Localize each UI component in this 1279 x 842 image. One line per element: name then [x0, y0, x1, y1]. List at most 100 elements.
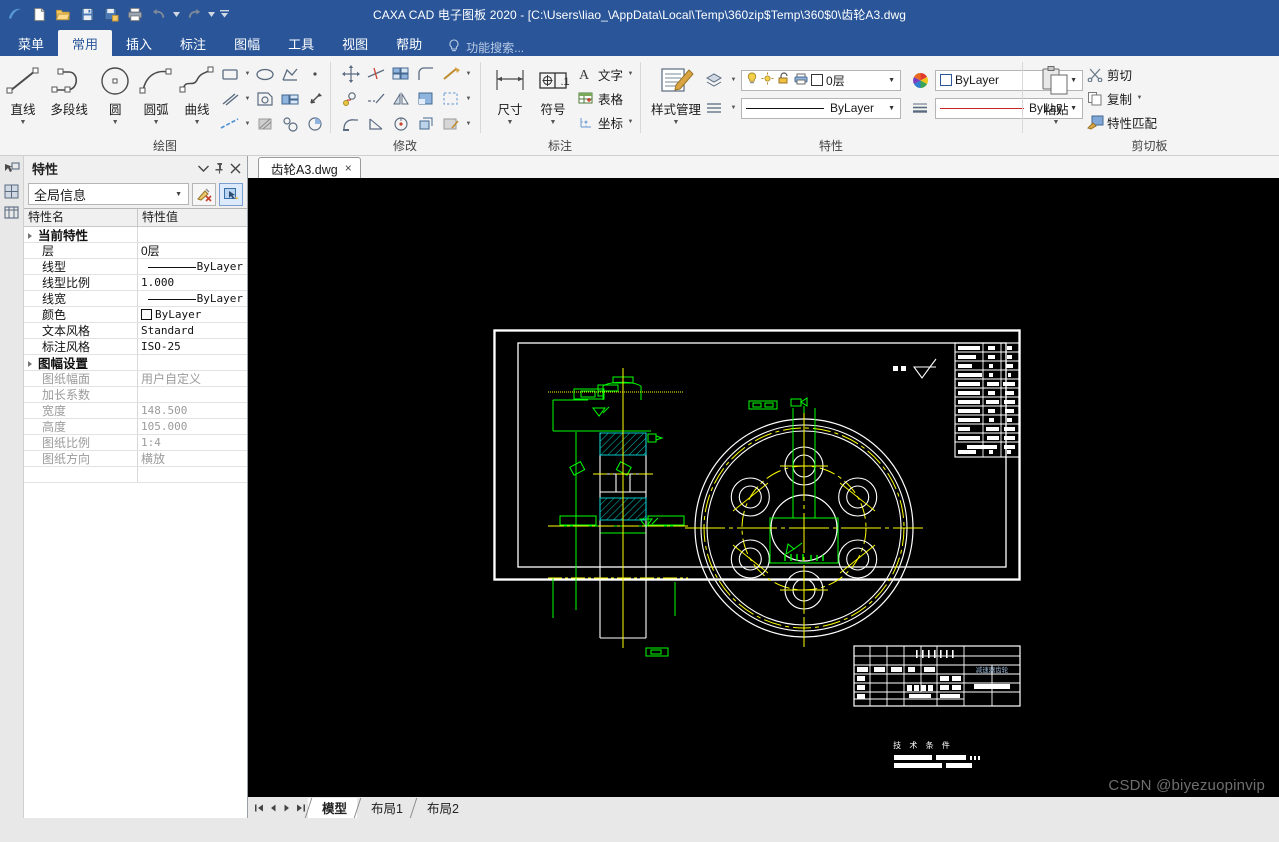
chamfer-icon[interactable] [414, 87, 438, 111]
draw-polyline-button[interactable]: 多段线 [44, 60, 94, 118]
close-icon[interactable] [227, 160, 243, 176]
document-tab-strip[interactable]: 齿轮A3.dwg × [248, 156, 1279, 178]
lock-icon[interactable] [777, 72, 791, 88]
rotate-icon[interactable] [339, 87, 363, 111]
select-objects-icon[interactable] [219, 182, 243, 206]
hatch-region-icon[interactable] [253, 87, 277, 111]
bulb-icon[interactable] [746, 72, 758, 89]
properties-group-current[interactable]: 当前特性 [24, 227, 247, 243]
paste-button[interactable]: 粘贴 ▼ [1033, 60, 1079, 126]
layer-combo[interactable]: 0层 ▼ [741, 69, 902, 91]
lineweight-icon[interactable] [908, 96, 932, 120]
property-row-linetype[interactable]: 线型 ByLayer [24, 259, 247, 275]
chevron-down-icon[interactable]: ▼ [1135, 95, 1144, 101]
color-wheel-icon[interactable] [908, 68, 932, 92]
chevron-down-icon[interactable]: ▼ [885, 105, 898, 112]
layer-icon[interactable] [702, 68, 726, 92]
hatch-icon[interactable] [253, 112, 277, 136]
draw-circle-button[interactable]: 圆 ▼ [95, 60, 135, 126]
annotate-dimension-button[interactable]: 尺寸 ▼ [489, 60, 531, 126]
offset-icon[interactable] [439, 87, 463, 111]
property-row-paper-scale[interactable]: 图纸比例 1:4 [24, 435, 247, 451]
chevron-down-icon[interactable]: ▼ [885, 77, 898, 84]
linetype-combo[interactable]: ByLayer ▼ [741, 97, 902, 119]
pie-icon[interactable] [303, 112, 327, 136]
property-row-lineweight[interactable]: 线宽 ByLayer [24, 291, 247, 307]
left-tool-strip[interactable] [0, 156, 24, 818]
undo-icon[interactable] [148, 3, 170, 25]
explode-icon[interactable] [439, 62, 463, 86]
copy-3d-icon[interactable] [414, 112, 438, 136]
linetype-dropdown-icon[interactable]: ▼ [729, 105, 738, 111]
ribbon-tab-menu[interactable]: 菜单 [4, 30, 58, 56]
layout-tab-layout2[interactable]: 布局2 [413, 798, 469, 818]
close-icon[interactable]: × [345, 161, 352, 175]
layout-tab-model[interactable]: 模型 [308, 797, 358, 818]
chevron-down-icon[interactable]: ▼ [194, 119, 201, 126]
draw-arc-button[interactable]: 圆弧 ▼ [136, 60, 176, 126]
modify-row3-dropdown-icon[interactable]: ▼ [464, 121, 473, 127]
ribbon-tab-sheet[interactable]: 图幅 [220, 30, 274, 56]
arrow-icon[interactable] [303, 87, 327, 111]
first-icon[interactable] [252, 799, 266, 817]
undo-dropdown-icon[interactable] [172, 3, 181, 25]
fillet-icon[interactable] [414, 62, 438, 86]
stretch-icon[interactable] [339, 112, 363, 136]
draw-spline-button[interactable]: 曲线 ▼ [177, 60, 217, 126]
prev-icon[interactable] [266, 799, 280, 817]
next-icon[interactable] [280, 799, 294, 817]
ellipse-icon[interactable] [253, 62, 277, 86]
quick-access-toolbar[interactable] [0, 3, 230, 25]
property-row-text-style[interactable]: 文本风格 Standard [24, 323, 247, 339]
draw-line-button[interactable]: 直线 ▼ [3, 60, 43, 126]
chevron-down-icon[interactable]: ▼ [626, 71, 635, 77]
property-row-linetype-scale[interactable]: 线型比例 1.000 [24, 275, 247, 291]
property-row-layer[interactable]: 层 0层 [24, 243, 247, 259]
array-icon[interactable] [389, 62, 413, 86]
parallel-dropdown-icon[interactable]: ▼ [243, 96, 252, 102]
ribbon-tab-help[interactable]: 帮助 [382, 30, 436, 56]
cad-canvas[interactable]: 技 术 条 件 减速器齿轮 CSDN @biyezuopinvip [248, 178, 1279, 796]
polygon-icon[interactable] [278, 62, 302, 86]
customize-qat-icon[interactable] [218, 3, 230, 25]
ribbon-tab-annotate[interactable]: 标注 [166, 30, 220, 56]
extend-icon[interactable] [364, 87, 388, 111]
annotate-symbol-button[interactable]: .1 符号 ▼ [532, 60, 574, 126]
sun-icon[interactable] [761, 72, 774, 88]
layout-tab-layout1[interactable]: 布局1 [357, 798, 413, 818]
rectangle-icon[interactable] [218, 62, 242, 86]
layer-tool-icon[interactable] [2, 181, 22, 201]
move-icon[interactable] [339, 62, 363, 86]
table-grid-icon[interactable] [278, 87, 302, 111]
centerline-dropdown-icon[interactable]: ▼ [243, 121, 252, 127]
block-tool-icon[interactable] [2, 202, 22, 222]
property-row-orientation[interactable]: 图纸方向 横放 [24, 451, 247, 467]
layer-dropdown-icon[interactable]: ▼ [729, 77, 738, 83]
annotate-text-button[interactable]: A 文字 ▼ [575, 62, 637, 86]
annotate-coordinate-button[interactable]: 坐标 ▼ [575, 110, 637, 134]
property-row-height[interactable]: 高度 105.000 [24, 419, 247, 435]
pick-tool-icon[interactable] [2, 160, 22, 180]
print-icon[interactable] [124, 3, 146, 25]
edit-hatch-icon[interactable] [439, 112, 463, 136]
chevron-down-icon[interactable]: ▼ [626, 119, 635, 125]
chevron-down-icon[interactable]: ▼ [171, 191, 186, 198]
parallel-line-icon[interactable] [218, 87, 242, 111]
new-file-icon[interactable] [28, 3, 50, 25]
puzzle-icon[interactable] [278, 112, 302, 136]
chevron-down-icon[interactable]: ▼ [507, 119, 514, 126]
property-row-color[interactable]: 颜色 ByLayer [24, 307, 247, 323]
feature-search[interactable]: 功能搜索... [448, 39, 524, 56]
ribbon-tab-view[interactable]: 视图 [328, 30, 382, 56]
save-as-icon[interactable] [100, 3, 122, 25]
chevron-down-icon[interactable]: ▼ [19, 119, 26, 126]
trim-icon[interactable] [364, 62, 388, 86]
document-tab-gear[interactable]: 齿轮A3.dwg × [258, 157, 361, 178]
modify-row2-dropdown-icon[interactable]: ▼ [464, 96, 473, 102]
chevron-down-icon[interactable]: ▼ [550, 119, 557, 126]
app-logo-icon[interactable] [4, 3, 26, 25]
ribbon-tab-common[interactable]: 常用 [58, 30, 113, 56]
save-icon[interactable] [76, 3, 98, 25]
mirror-icon[interactable] [389, 87, 413, 111]
rectangle-dropdown-icon[interactable]: ▼ [243, 71, 252, 77]
